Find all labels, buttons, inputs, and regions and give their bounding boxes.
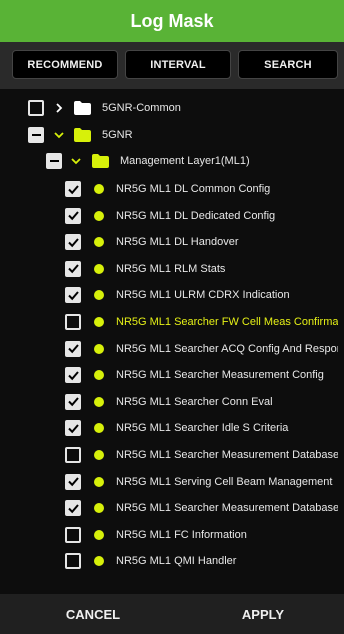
- group-label: 5GNR: [102, 129, 133, 141]
- chevron-right-icon[interactable]: [54, 103, 64, 113]
- log-item-row[interactable]: NR5G ML1 Serving Cell Beam Management: [0, 470, 344, 494]
- log-item-label: NR5G ML1 QMI Handler: [116, 555, 237, 568]
- checkmark-icon: [67, 344, 79, 354]
- unchecked-checkbox[interactable]: [65, 526, 81, 543]
- log-item-row[interactable]: NR5G ML1 Searcher Conn Eval: [0, 390, 344, 414]
- apply-button[interactable]: APPLY: [210, 594, 316, 634]
- checked-checkbox[interactable]: [65, 393, 81, 410]
- checked-checkbox[interactable]: [65, 234, 81, 251]
- log-item-row[interactable]: NR5G ML1 Searcher Measurement Database l: [0, 496, 344, 520]
- checked-checkbox[interactable]: [65, 420, 81, 437]
- cancel-button[interactable]: CANCEL: [40, 594, 146, 634]
- checked-checkbox[interactable]: [65, 367, 81, 384]
- checked-checkbox[interactable]: [65, 500, 81, 517]
- log-item-label: NR5G ML1 FC Information: [116, 528, 247, 541]
- chevron-down-icon[interactable]: [54, 130, 64, 140]
- group-label: Management Layer1(ML1): [120, 155, 250, 167]
- checkmark-icon: [67, 477, 79, 487]
- title-bar: Log Mask: [0, 0, 344, 42]
- log-item-row[interactable]: NR5G ML1 DL Common Config: [0, 177, 344, 201]
- status-dot-icon: [94, 343, 104, 354]
- log-item-row[interactable]: NR5G ML1 Searcher Measurement Database l: [0, 443, 344, 467]
- checkmark-icon: [67, 424, 79, 434]
- checked-checkbox[interactable]: [65, 473, 81, 490]
- checkmark-icon: [67, 211, 79, 221]
- status-dot-icon: [94, 184, 104, 194]
- log-item-label: NR5G ML1 RLM Stats: [116, 262, 226, 275]
- log-item-row[interactable]: NR5G ML1 Searcher Measurement Config: [0, 363, 344, 387]
- status-dot-icon: [94, 396, 104, 407]
- log-item-label: NR5G ML1 ULRM CDRX Indication: [116, 289, 290, 302]
- checkmark-icon: [67, 184, 79, 194]
- status-dot-icon: [94, 210, 104, 221]
- group-checkbox[interactable]: [28, 127, 44, 143]
- log-item-row[interactable]: NR5G ML1 Searcher Idle S Criteria: [0, 416, 344, 440]
- dialog-title: Log Mask: [130, 10, 214, 31]
- log-item-row[interactable]: NR5G ML1 DL Dedicated Config: [0, 204, 344, 228]
- log-item-label: NR5G ML1 Serving Cell Beam Management: [116, 475, 333, 488]
- tree-group-5gnr-common[interactable]: 5GNR-Common: [0, 96, 344, 120]
- recommend-button[interactable]: RECOMMEND: [12, 50, 118, 79]
- status-dot-icon: [94, 290, 104, 301]
- group-checkbox[interactable]: [46, 153, 62, 169]
- log-item-row[interactable]: NR5G ML1 RLM Stats: [0, 257, 344, 281]
- log-item-label: NR5G ML1 DL Dedicated Config: [116, 209, 276, 222]
- status-dot-icon: [94, 370, 104, 381]
- tree-group-ml1[interactable]: Management Layer1(ML1): [0, 149, 344, 173]
- checkmark-icon: [67, 238, 79, 247]
- checkmark-icon: [67, 371, 79, 380]
- log-item-label: NR5G ML1 DL Common Config: [116, 183, 271, 195]
- log-item-label: NR5G ML1 Searcher Measurement Database l: [116, 449, 338, 461]
- log-item-label: NR5G ML1 Searcher ACQ Config And Respons: [116, 342, 338, 355]
- checkmark-icon: [67, 504, 79, 513]
- chevron-down-icon[interactable]: [71, 156, 81, 166]
- interval-button[interactable]: INTERVAL: [125, 50, 231, 79]
- checked-checkbox[interactable]: [65, 340, 81, 357]
- log-item-row[interactable]: NR5G ML1 Searcher ACQ Config And Respons: [0, 337, 344, 361]
- log-item-label: NR5G ML1 Searcher Conn Eval: [116, 395, 273, 408]
- status-dot-icon: [94, 317, 104, 327]
- log-item-label: NR5G ML1 Searcher FW Cell Meas Confirmat…: [116, 316, 338, 328]
- status-dot-icon: [94, 556, 104, 567]
- log-item-label: NR5G ML1 Searcher Measurement Database l: [116, 502, 338, 515]
- status-dot-icon: [94, 476, 104, 487]
- status-dot-icon: [94, 503, 104, 514]
- status-dot-icon: [94, 423, 104, 434]
- group-checkbox[interactable]: [28, 100, 44, 116]
- unchecked-checkbox[interactable]: [65, 314, 81, 330]
- checked-checkbox[interactable]: [65, 181, 81, 197]
- unchecked-checkbox[interactable]: [65, 553, 81, 570]
- checked-checkbox[interactable]: [65, 207, 81, 224]
- checkmark-icon: [67, 397, 79, 407]
- log-item-row[interactable]: NR5G ML1 FC Information: [0, 523, 344, 547]
- folder-icon: [74, 128, 91, 142]
- status-dot-icon: [94, 237, 104, 248]
- log-mask-tree[interactable]: 5GNR-Common 5GNR Management Layer1(ML1) …: [0, 89, 344, 594]
- unchecked-checkbox[interactable]: [65, 447, 81, 463]
- folder-icon: [92, 154, 109, 168]
- folder-icon: [74, 101, 91, 115]
- checkmark-icon: [67, 264, 79, 274]
- checked-checkbox[interactable]: [65, 287, 81, 304]
- log-item-row[interactable]: NR5G ML1 DL Handover: [0, 230, 344, 254]
- log-item-label: NR5G ML1 DL Handover: [116, 236, 239, 249]
- search-button[interactable]: SEARCH: [238, 50, 338, 79]
- log-item-label: NR5G ML1 Searcher Idle S Criteria: [116, 422, 289, 435]
- log-item-row[interactable]: NR5G ML1 ULRM CDRX Indication: [0, 283, 344, 307]
- status-dot-icon: [94, 263, 104, 274]
- status-dot-icon: [94, 450, 104, 460]
- bottom-bar: CANCEL APPLY: [0, 594, 344, 634]
- log-item-row[interactable]: NR5G ML1 Searcher FW Cell Meas Confirmat…: [0, 310, 344, 334]
- checked-checkbox[interactable]: [65, 260, 81, 277]
- log-item-label: NR5G ML1 Searcher Measurement Config: [116, 369, 324, 382]
- status-dot-icon: [94, 529, 104, 540]
- log-item-row[interactable]: NR5G ML1 QMI Handler: [0, 549, 344, 573]
- toolbar: RECOMMEND INTERVAL SEARCH: [0, 42, 344, 89]
- group-label: 5GNR-Common: [102, 102, 181, 114]
- tree-group-5gnr[interactable]: 5GNR: [0, 123, 344, 147]
- checkmark-icon: [67, 291, 79, 301]
